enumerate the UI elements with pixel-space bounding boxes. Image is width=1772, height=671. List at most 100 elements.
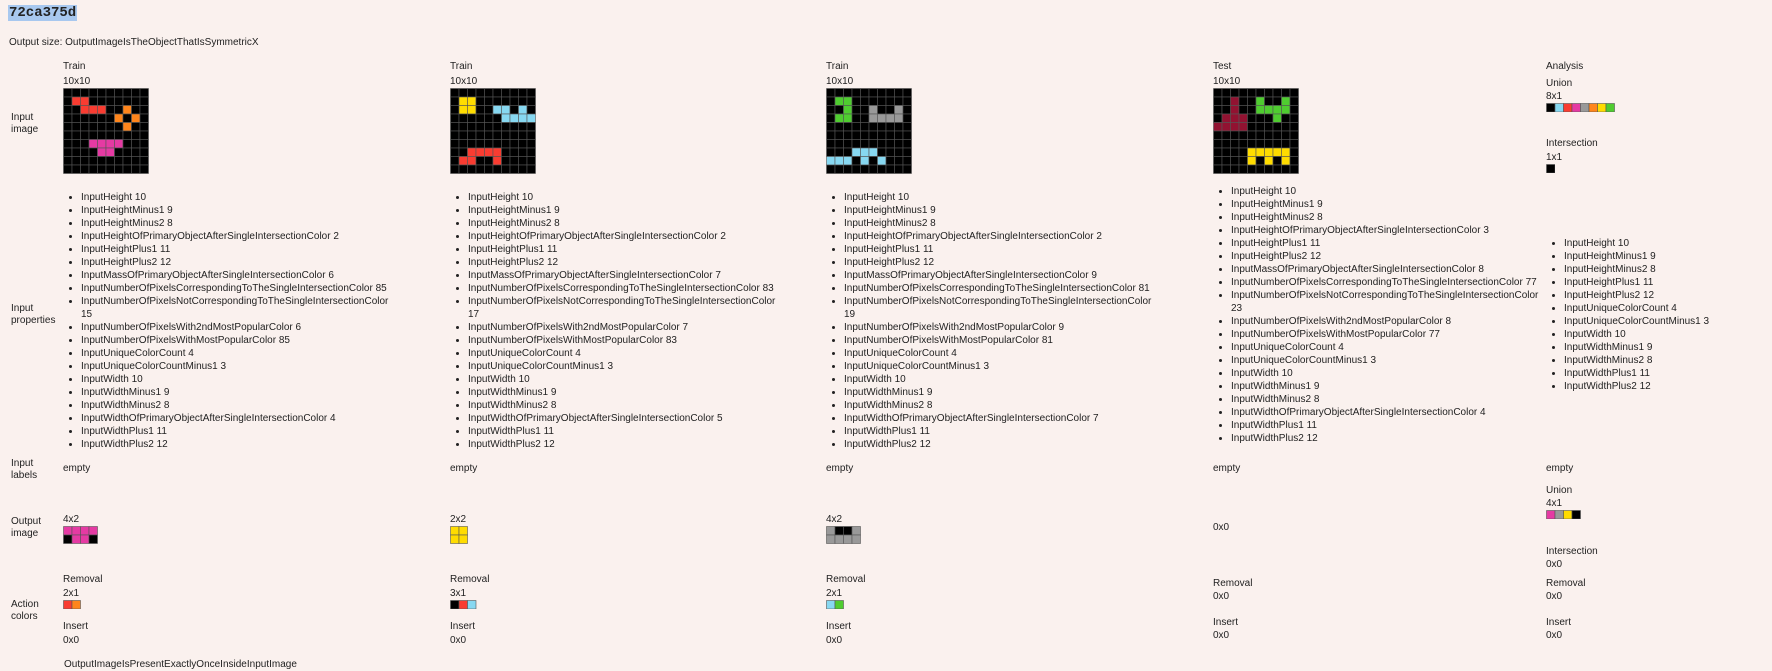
grid-cell [97, 147, 107, 157]
grid-cell [1255, 88, 1265, 98]
grid-cell [518, 164, 528, 174]
grid-cell [63, 88, 73, 98]
grid-cell [105, 122, 115, 132]
grid-cell [1264, 164, 1274, 174]
grid-cell [826, 534, 836, 544]
grid-cell [1289, 105, 1299, 115]
property-item: InputUniqueColorCountMinus1 3 [1231, 354, 1549, 367]
grid-cell [509, 122, 519, 132]
grid-cell [80, 156, 90, 166]
grid-cell [139, 113, 149, 123]
grid-cell [843, 122, 853, 132]
grid-cell [1238, 122, 1248, 132]
grid-cell [843, 96, 853, 106]
property-item: InputHeightPlus1 11 [1564, 276, 1709, 289]
grid-cell [851, 105, 861, 115]
grid-cell [1281, 88, 1291, 98]
grid-cell [1554, 510, 1564, 519]
grid-cell [71, 164, 81, 174]
grid-cell [509, 156, 519, 166]
grid-cell [1272, 113, 1282, 123]
property-item: InputUniqueColorCount 4 [1564, 302, 1709, 315]
input-labels-value: empty [1213, 463, 1241, 474]
row-label-line: colors [11, 611, 38, 622]
grid-cell [458, 534, 468, 544]
grid-cell [877, 139, 887, 149]
grid-cell [122, 156, 132, 166]
grid-cell [1289, 147, 1299, 157]
grid-cell [885, 147, 895, 157]
grid-cell [902, 96, 912, 106]
grid-cell [877, 113, 887, 123]
grid-cell [467, 130, 477, 140]
grid-cell [1247, 156, 1257, 166]
grid-cell [105, 130, 115, 140]
property-item: InputHeightOfPrimaryObjectAfterSingleInt… [468, 230, 780, 243]
grid-cell [458, 156, 468, 166]
property-item: InputHeightPlus2 12 [81, 256, 393, 269]
property-item: InputHeightMinus1 9 [468, 204, 780, 217]
grid-cell [131, 130, 141, 140]
grid-cell [1264, 130, 1274, 140]
column-header: Test [1213, 61, 1232, 72]
grid-cell [1230, 105, 1240, 115]
grid-cell [877, 156, 887, 166]
grid-cell [80, 526, 90, 536]
union-color-strip [1546, 103, 1615, 112]
insert-size-label: 0x0 [1546, 630, 1563, 641]
grid-cell [71, 600, 81, 609]
grid-cell [877, 88, 887, 98]
grid-cell [1272, 130, 1282, 140]
grid-cell [63, 164, 73, 174]
grid-cell [526, 96, 536, 106]
output-grid [450, 526, 468, 544]
grid-cell [902, 164, 912, 174]
grid-cell [467, 88, 477, 98]
property-item: InputHeightMinus1 9 [81, 204, 393, 217]
grid-cell [526, 113, 536, 123]
grid-cell [834, 526, 844, 536]
grid-cell [868, 147, 878, 157]
grid-cell [843, 526, 853, 536]
grid-cell [458, 105, 468, 115]
grid-cell [88, 122, 98, 132]
grid-cell [71, 534, 81, 544]
grid-cell [851, 139, 861, 149]
property-item: InputHeightOfPrimaryObjectAfterSingleInt… [81, 230, 393, 243]
grid-cell [114, 105, 124, 115]
property-item: InputHeightMinus1 9 [1564, 250, 1709, 263]
grid-cell [63, 534, 73, 544]
grid-cell [88, 526, 98, 536]
property-item: InputHeight 10 [1231, 185, 1549, 198]
grid-cell [71, 105, 81, 115]
grid-cell [458, 96, 468, 106]
grid-cell [1289, 139, 1299, 149]
grid-cell [139, 96, 149, 106]
grid-cell [105, 96, 115, 106]
grid-cell [139, 147, 149, 157]
grid-cell [484, 96, 494, 106]
analysis-properties-list: InputHeight 10InputHeightMinus1 9InputHe… [1546, 237, 1709, 393]
grid-cell [518, 105, 528, 115]
property-item: InputWidth 10 [844, 373, 1156, 386]
grid-cell [467, 139, 477, 149]
row-label-line: Input [11, 458, 34, 469]
grid-cell [1213, 96, 1223, 106]
grid-cell [492, 105, 502, 115]
property-item: InputWidthPlus1 11 [468, 425, 780, 438]
grid-cell [877, 130, 887, 140]
grid-cell [526, 156, 536, 166]
grid-cell [826, 105, 836, 115]
row-label-line: Output [11, 516, 42, 527]
grid-cell [877, 147, 887, 157]
property-item: InputNumberOfPixelsWithMostPopularColor … [1231, 328, 1549, 341]
grid-cell [1289, 130, 1299, 140]
removal-size-label: 0x0 [1213, 591, 1230, 602]
grid-cell [526, 147, 536, 157]
grid-cell [843, 105, 853, 115]
grid-cell [826, 600, 836, 609]
grid-cell [1281, 96, 1291, 106]
grid-cell [492, 130, 502, 140]
property-item: InputNumberOfPixelsNotCorrespondingToThe… [844, 295, 1156, 321]
grid-cell [894, 113, 904, 123]
